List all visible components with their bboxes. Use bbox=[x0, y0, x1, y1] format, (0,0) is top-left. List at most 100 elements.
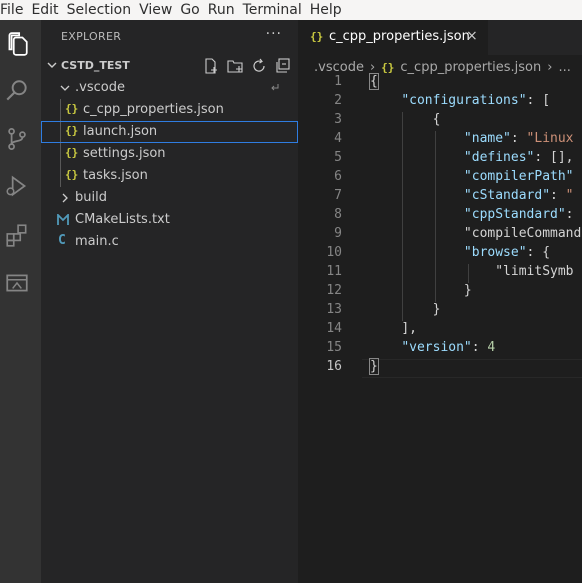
code-text: ], bbox=[401, 321, 417, 336]
menu-terminal[interactable]: Terminal bbox=[239, 0, 306, 20]
search-icon[interactable] bbox=[4, 78, 30, 104]
line-number: 12 bbox=[326, 283, 342, 298]
menu-edit[interactable]: Edit bbox=[27, 0, 62, 20]
tab-label: c_cpp_properties.json bbox=[329, 29, 470, 44]
close-icon[interactable]: × bbox=[466, 28, 478, 44]
line-number: 11 bbox=[326, 264, 342, 279]
code-area[interactable]: 1{2 "configurations": [3 {4 "name": "Lin… bbox=[298, 73, 582, 394]
tab-c-cpp-properties[interactable]: {} c_cpp_properties.json × bbox=[298, 20, 488, 55]
tree-file-tasks[interactable]: {} tasks.json bbox=[41, 165, 298, 187]
code-line[interactable]: 3 { bbox=[298, 112, 582, 131]
tree-label: launch.json bbox=[83, 124, 158, 139]
line-number: 9 bbox=[334, 226, 342, 241]
code-line[interactable]: 5 "defines": [], bbox=[298, 150, 582, 169]
code-line[interactable]: 10 "browse": { bbox=[298, 245, 582, 264]
new-folder-icon[interactable] bbox=[226, 57, 244, 75]
tree-folder-vscode[interactable]: .vscode bbox=[41, 77, 298, 99]
more-actions-icon[interactable]: ··· bbox=[266, 26, 282, 42]
menu-file[interactable]: File bbox=[0, 0, 27, 20]
menu-bar: File Edit Selection View Go Run Terminal… bbox=[0, 0, 582, 20]
code-text: "cppStandard": bbox=[463, 207, 574, 222]
line-number: 5 bbox=[334, 150, 342, 165]
explorer-title: EXPLORER bbox=[61, 30, 122, 43]
code-text: "browse": { bbox=[463, 245, 551, 260]
code-line[interactable]: 4 "name": "Linux bbox=[298, 131, 582, 150]
menu-selection[interactable]: Selection bbox=[63, 0, 136, 20]
refresh-icon[interactable] bbox=[250, 57, 268, 75]
code-line[interactable]: 2 "configurations": [ bbox=[298, 93, 582, 112]
code-line[interactable]: 8 "cppStandard": bbox=[298, 207, 582, 226]
breadcrumb-folder[interactable]: .vscode bbox=[314, 60, 364, 75]
code-line[interactable]: 11 "limitSymb bbox=[298, 264, 582, 283]
json-file-icon: {} bbox=[381, 60, 395, 74]
line-number: 1 bbox=[334, 74, 342, 89]
project-header[interactable]: CSTD_TEST bbox=[41, 55, 298, 77]
code-line[interactable]: 15 "version": 4 bbox=[298, 340, 582, 359]
project-name: CSTD_TEST bbox=[61, 59, 130, 72]
json-file-icon: {} bbox=[310, 30, 324, 43]
menu-help[interactable]: Help bbox=[306, 0, 346, 20]
menu-go[interactable]: Go bbox=[176, 0, 203, 20]
tree-file-main-c[interactable]: C main.c bbox=[41, 231, 298, 253]
line-number: 10 bbox=[326, 245, 342, 260]
chevron-down-icon bbox=[60, 85, 70, 91]
tree-file-cmakelists[interactable]: CMakeLists.txt bbox=[41, 209, 298, 231]
code-text: "cStandard": " bbox=[463, 188, 574, 203]
line-number: 14 bbox=[326, 321, 342, 336]
line-number: 7 bbox=[334, 188, 342, 203]
code-line[interactable]: 1{ bbox=[298, 73, 582, 93]
line-number: 3 bbox=[334, 112, 342, 127]
editor: {} c_cpp_properties.json × .vscode › {} … bbox=[298, 20, 582, 583]
tree-folder-build[interactable]: build bbox=[41, 187, 298, 209]
tree-label: settings.json bbox=[83, 146, 166, 161]
json-file-icon: {} bbox=[65, 124, 79, 137]
tree-file-launch[interactable]: {} launch.json bbox=[41, 121, 298, 143]
line-number: 13 bbox=[326, 302, 342, 317]
line-number: 2 bbox=[334, 93, 342, 108]
return-arrow-icon bbox=[271, 84, 279, 91]
code-text: "defines": [], bbox=[463, 150, 574, 165]
line-number: 16 bbox=[326, 359, 342, 374]
chevron-right-icon bbox=[62, 193, 68, 203]
code-text: "version": 4 bbox=[401, 340, 496, 355]
tree-file-c-cpp-properties[interactable]: {} c_cpp_properties.json bbox=[41, 99, 298, 121]
breadcrumb-symbol[interactable]: ... bbox=[558, 60, 570, 75]
tree-label: main.c bbox=[75, 234, 119, 249]
line-number: 15 bbox=[326, 340, 342, 355]
code-text: "compilerPath" bbox=[463, 169, 574, 184]
code-line[interactable]: 7 "cStandard": " bbox=[298, 188, 582, 207]
code-text: "limitSymb bbox=[495, 264, 574, 279]
source-control-icon[interactable] bbox=[4, 126, 30, 152]
code-line[interactable]: 12 } bbox=[298, 283, 582, 302]
code-text: "name": "Linux bbox=[463, 131, 574, 146]
code-line[interactable]: 9 "compileCommand bbox=[298, 226, 582, 245]
json-file-icon: {} bbox=[65, 168, 79, 181]
code-line[interactable]: 16} bbox=[298, 358, 582, 378]
remote-explorer-icon[interactable] bbox=[4, 270, 30, 296]
code-text: } bbox=[432, 302, 441, 317]
project-actions bbox=[202, 57, 292, 75]
code-text: { bbox=[432, 112, 441, 127]
extensions-icon[interactable] bbox=[4, 222, 30, 248]
code-line[interactable]: 14 ], bbox=[298, 321, 582, 340]
menu-view[interactable]: View bbox=[135, 0, 176, 20]
activity-bar bbox=[0, 20, 41, 583]
tree-label: tasks.json bbox=[83, 168, 148, 183]
code-text: } bbox=[369, 358, 379, 375]
code-text: } bbox=[463, 283, 472, 298]
code-line[interactable]: 13 } bbox=[298, 302, 582, 321]
json-file-icon: {} bbox=[65, 102, 79, 115]
code-line[interactable]: 6 "compilerPath" bbox=[298, 169, 582, 188]
tree-label: .vscode bbox=[75, 80, 125, 95]
line-number: 6 bbox=[334, 169, 342, 184]
collapse-all-icon[interactable] bbox=[274, 57, 292, 75]
code-text: "configurations": [ bbox=[401, 93, 551, 108]
breadcrumb-file[interactable]: c_cpp_properties.json bbox=[400, 60, 541, 75]
tree-label: build bbox=[75, 190, 107, 205]
run-debug-icon[interactable] bbox=[4, 173, 30, 199]
breadcrumb-separator: › bbox=[369, 59, 376, 75]
tree-file-settings[interactable]: {} settings.json bbox=[41, 143, 298, 165]
new-file-icon[interactable] bbox=[202, 57, 220, 75]
explorer-icon[interactable] bbox=[4, 31, 30, 57]
menu-run[interactable]: Run bbox=[204, 0, 239, 20]
